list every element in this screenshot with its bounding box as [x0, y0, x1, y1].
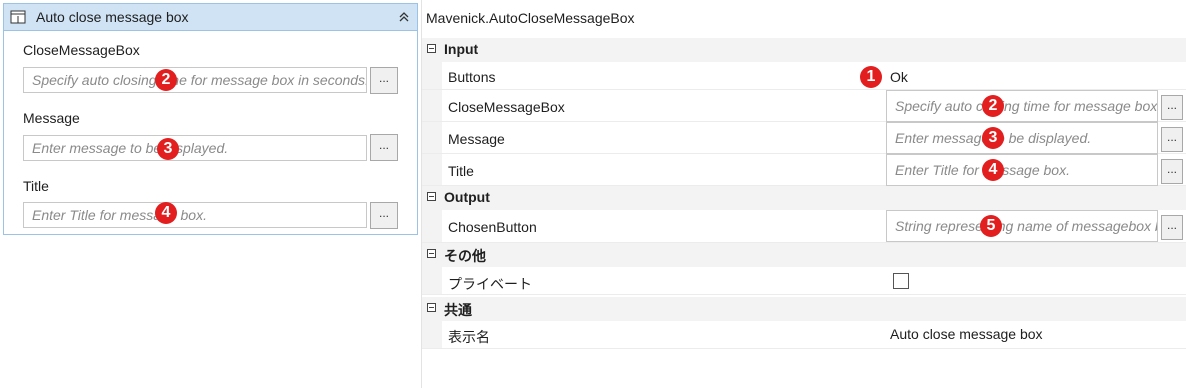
callout-badge-3: 3 — [982, 127, 1004, 149]
property-row-private[interactable]: プライベート — [422, 267, 1186, 295]
message-prop-input[interactable]: Enter message to be displayed. — [886, 122, 1158, 154]
collapse-section-icon[interactable] — [427, 249, 436, 258]
row-gutter — [422, 210, 442, 242]
property-row-message[interactable]: Message Enter message to be displayed. .… — [422, 122, 1186, 154]
collapse-section-icon[interactable] — [427, 44, 436, 53]
title-input[interactable]: Enter Title for message box. — [23, 202, 367, 228]
close-message-box-prop-button[interactable]: ... — [1161, 95, 1183, 120]
callout-badge-2: 2 — [155, 69, 177, 91]
callout-badge-1: 1 — [860, 66, 882, 88]
property-row-chosen-button[interactable]: ChosenButton String representing name of… — [422, 210, 1186, 243]
title-browse-button[interactable]: ... — [370, 202, 398, 229]
chosen-button-browse-button[interactable]: ... — [1161, 215, 1183, 240]
section-common[interactable]: 共通 — [422, 297, 1186, 321]
section-output[interactable]: Output — [422, 186, 1186, 210]
display-name-value[interactable]: Auto close message box — [890, 326, 1043, 342]
row-gutter — [422, 321, 442, 348]
close-message-box-label: CloseMessageBox — [23, 42, 140, 58]
property-row-title[interactable]: Title Enter Title for message box. ... 4 — [422, 154, 1186, 186]
activity-title: Auto close message box — [36, 9, 189, 25]
close-message-box-input[interactable]: Specify auto closing time for message bo… — [23, 67, 367, 93]
property-row-close-message-box[interactable]: CloseMessageBox Specify auto closing tim… — [422, 90, 1186, 122]
close-message-box-placeholder: Specify auto closing time for message bo… — [32, 72, 367, 88]
section-output-label: Output — [444, 189, 490, 205]
callout-badge-5: 5 — [980, 215, 1002, 237]
title-prop-label: Title — [448, 163, 474, 179]
chosen-button-input[interactable]: String representing name of messagebox b… — [886, 210, 1158, 242]
properties-panel: Mavenick.AutoCloseMessageBox Input Butto… — [421, 0, 1186, 388]
row-gutter — [422, 122, 442, 153]
message-prop-button[interactable]: ... — [1161, 127, 1183, 152]
private-checkbox[interactable] — [893, 273, 909, 289]
close-message-box-browse-button[interactable]: ... — [370, 67, 398, 94]
title-prop-button[interactable]: ... — [1161, 159, 1183, 184]
private-label: プライベート — [448, 276, 532, 292]
row-gutter — [422, 267, 442, 294]
section-common-label: 共通 — [444, 302, 472, 318]
title-prop-input[interactable]: Enter Title for message box. — [886, 154, 1158, 186]
close-message-box-prop-input[interactable]: Specify auto closing time for message bo… — [886, 90, 1158, 122]
callout-badge-4: 4 — [982, 159, 1004, 181]
message-prop-label: Message — [448, 131, 505, 147]
message-label: Message — [23, 110, 80, 126]
message-placeholder: Enter message to be displayed. — [32, 140, 229, 156]
buttons-label: Buttons — [448, 69, 496, 85]
activity-card[interactable]: Auto close message box CloseMessageBox S… — [3, 3, 418, 235]
message-browse-button[interactable]: ... — [370, 134, 398, 161]
callout-badge-3: 3 — [157, 138, 179, 160]
property-row-display-name[interactable]: 表示名 Auto close message box — [422, 321, 1186, 349]
message-box-icon — [10, 10, 26, 24]
close-message-box-prop-label: CloseMessageBox — [448, 99, 565, 115]
callout-badge-2: 2 — [982, 95, 1004, 117]
collapse-icon[interactable] — [397, 10, 411, 24]
close-message-box-prop-placeholder: Specify auto closing time for message bo… — [895, 98, 1158, 114]
row-gutter — [422, 154, 442, 185]
section-misc-label: その他 — [444, 248, 486, 264]
section-misc[interactable]: その他 — [422, 243, 1186, 267]
display-name-label: 表示名 — [448, 329, 490, 345]
message-input[interactable]: Enter message to be displayed. — [23, 135, 367, 161]
collapse-section-icon[interactable] — [427, 192, 436, 201]
title-placeholder: Enter Title for message box. — [32, 207, 207, 223]
chosen-button-placeholder: String representing name of messagebox b… — [895, 218, 1157, 234]
section-input[interactable]: Input — [422, 38, 1186, 62]
chosen-button-label: ChosenButton — [448, 219, 537, 235]
section-input-label: Input — [444, 41, 479, 57]
callout-badge-4: 4 — [155, 202, 177, 224]
property-row-buttons[interactable]: Buttons Ok 1 — [422, 62, 1186, 90]
collapse-section-icon[interactable] — [427, 303, 436, 312]
row-gutter — [422, 62, 442, 89]
activity-card-header[interactable]: Auto close message box — [4, 4, 417, 31]
buttons-value[interactable]: Ok — [890, 69, 908, 85]
properties-title: Mavenick.AutoCloseMessageBox — [426, 10, 635, 26]
title-label: Title — [23, 178, 49, 194]
row-gutter — [422, 90, 442, 121]
